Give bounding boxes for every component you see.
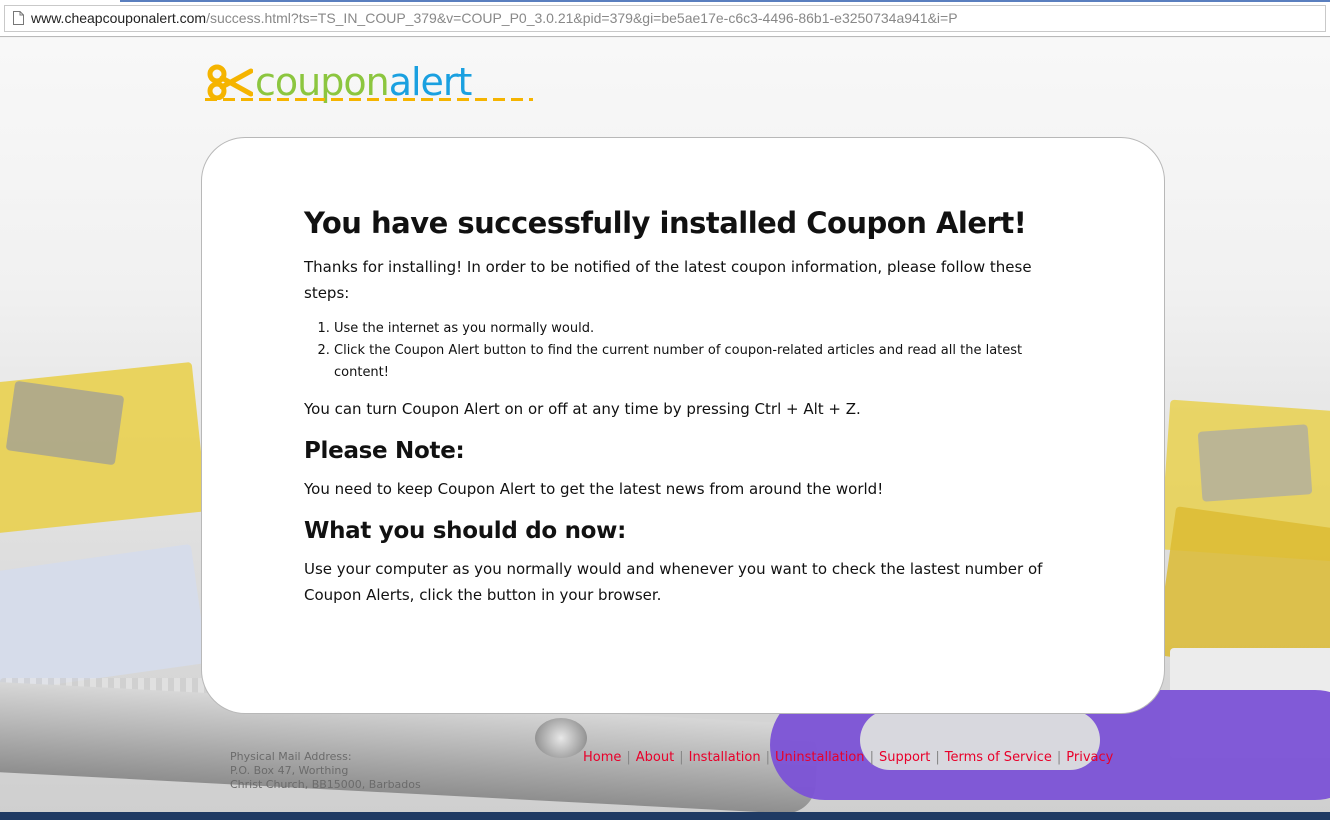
- url-text[interactable]: www.cheapcouponalert.com/success.html?ts…: [31, 10, 958, 26]
- coupon-shape: [0, 543, 208, 693]
- url-domain: www.cheapcouponalert.com: [31, 10, 207, 26]
- content-card: You have successfully installed Coupon A…: [201, 137, 1165, 714]
- site-logo[interactable]: couponalert: [205, 60, 535, 106]
- footer-link-terms[interactable]: Terms of Service: [945, 750, 1052, 765]
- toggle-shortcut-text: You can turn Coupon Alert on or off at a…: [304, 400, 861, 418]
- link-separator: |: [869, 750, 874, 765]
- address-line: P.O. Box 47, Worthing: [230, 764, 349, 777]
- scissors-screw-image: [535, 718, 587, 758]
- footer-link-privacy[interactable]: Privacy: [1066, 750, 1113, 765]
- todo-text: Use your computer as you normally would …: [304, 560, 1043, 604]
- link-separator: |: [935, 750, 940, 765]
- card-content: You have successfully installed Coupon A…: [304, 206, 1049, 608]
- url-field[interactable]: www.cheapcouponalert.com/success.html?ts…: [4, 5, 1326, 32]
- step-item: Click the Coupon Alert button to find th…: [334, 340, 1049, 384]
- intro-text: Thanks for installing! In order to be no…: [304, 258, 1032, 302]
- address-line: Physical Mail Address:: [230, 750, 352, 763]
- footer-address: Physical Mail Address: P.O. Box 47, Wort…: [230, 750, 421, 792]
- window-bottom-bar: [0, 812, 1330, 820]
- url-path: /success.html?ts=TS_IN_COUP_379&v=COUP_P…: [206, 10, 958, 26]
- footer-link-home[interactable]: Home: [583, 750, 621, 765]
- link-separator: |: [1056, 750, 1062, 765]
- step-item: Use the internet as you normally would.: [334, 318, 1049, 340]
- footer-link-uninstallation[interactable]: Uninstallation: [775, 750, 865, 765]
- note-heading: Please Note:: [304, 438, 465, 464]
- footer-link-installation[interactable]: Installation: [689, 750, 761, 765]
- coupon-shape: [5, 380, 125, 466]
- footer-links: Home | About | Installation | Uninstallation | S…: [583, 750, 1113, 765]
- note-text: You need to keep Coupon Alert to get the…: [304, 480, 884, 498]
- link-separator: |: [679, 750, 684, 765]
- coupon-shape: [1197, 424, 1313, 502]
- browser-address-bar: www.cheapcouponalert.com/success.html?ts…: [0, 0, 1330, 37]
- steps-list: Use the internet as you normally would. …: [304, 318, 1049, 384]
- page-icon: [13, 11, 24, 25]
- logo-dashed-line: [205, 98, 533, 101]
- address-line: Christ Church, BB15000, Barbados: [230, 778, 421, 791]
- footer-link-about[interactable]: About: [636, 750, 674, 765]
- page-title: You have successfully installed Coupon A…: [304, 206, 1027, 240]
- tab-strip-edge: [120, 0, 1330, 2]
- todo-heading: What you should do now:: [304, 518, 627, 544]
- link-separator: |: [626, 750, 631, 765]
- footer-link-support[interactable]: Support: [879, 750, 930, 765]
- link-separator: |: [765, 750, 771, 765]
- scissors-icon: [207, 64, 253, 100]
